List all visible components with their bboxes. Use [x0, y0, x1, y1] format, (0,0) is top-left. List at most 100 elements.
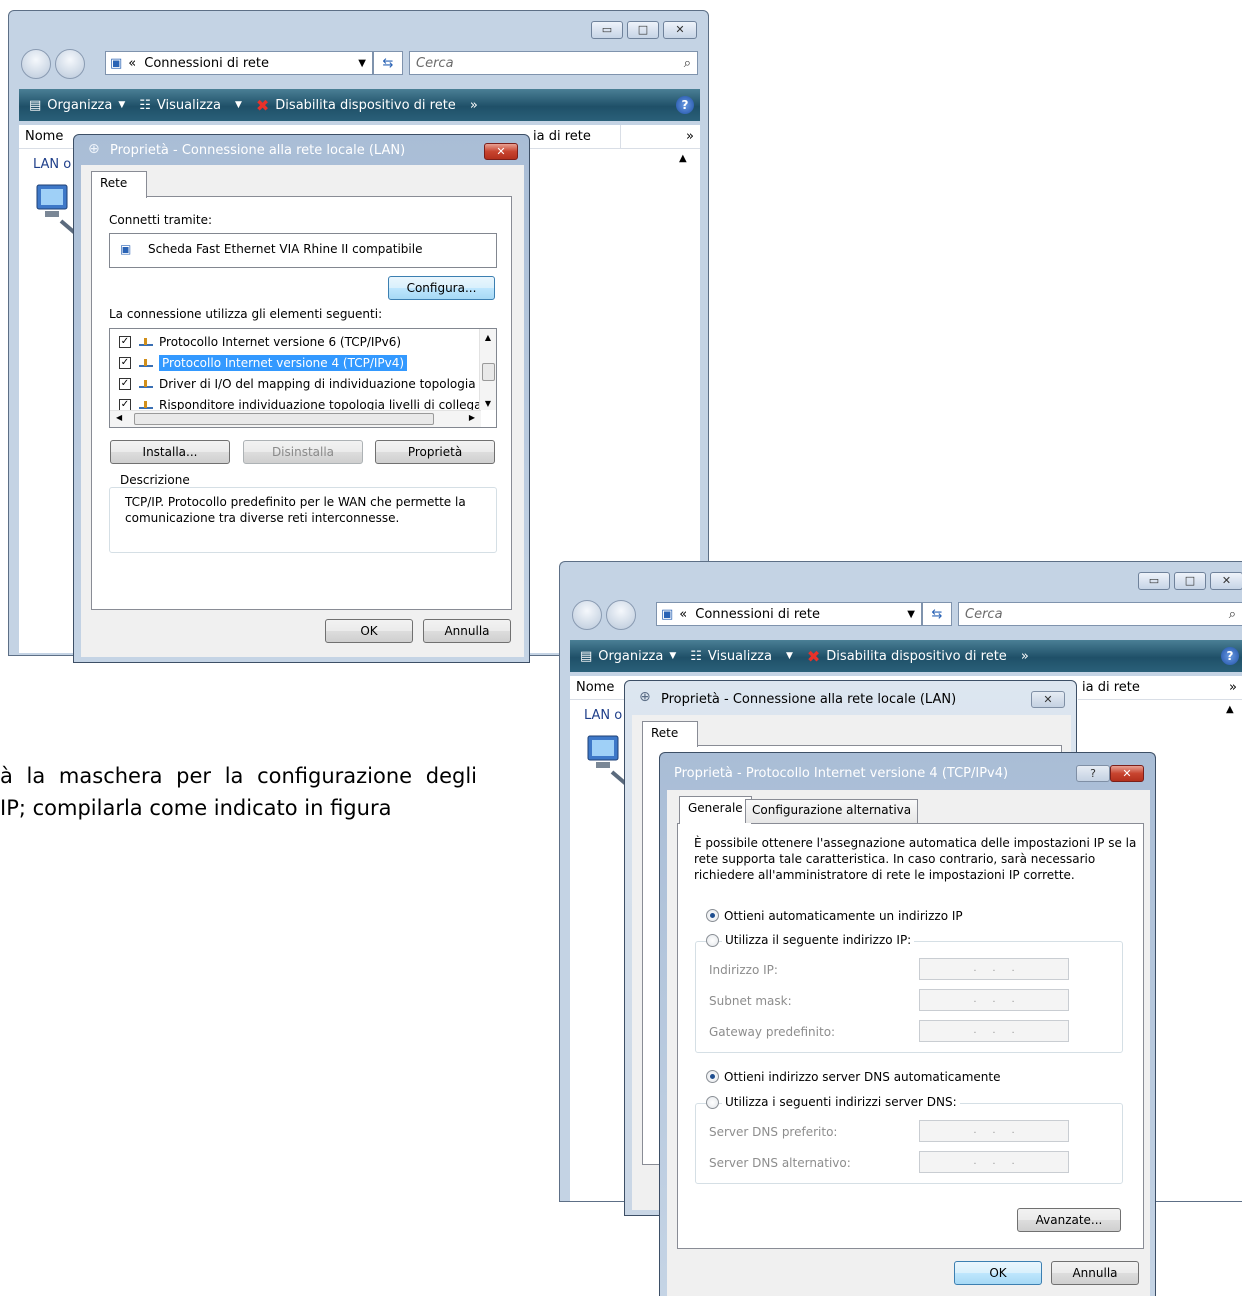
caption-line-2: IP; compilarla come indicato in figura — [0, 796, 392, 820]
dropdown-arrow-icon[interactable]: ▼ — [358, 58, 366, 69]
radio-manual-ip[interactable] — [706, 934, 719, 947]
address-text: Connessioni di rete — [144, 55, 270, 71]
dialog-close-button[interactable]: ✕ — [484, 143, 518, 160]
radio-auto-dns[interactable] — [706, 1070, 719, 1083]
description-text-2: comunicazione tra diverse reti interconn… — [125, 511, 400, 525]
close-window-button[interactable]: ✕ — [1210, 572, 1242, 590]
ip-address-field: . . . — [919, 958, 1069, 980]
forward-button[interactable] — [55, 49, 85, 79]
column-header-name[interactable]: Nome — [570, 676, 630, 700]
description-label: Descrizione — [117, 473, 193, 487]
view-menu[interactable]: ☷ Visualizza ▼ — [139, 98, 242, 113]
checkbox-checked[interactable]: ✓ — [119, 335, 131, 348]
alternate-dns-label: Server DNS alternativo: — [709, 1156, 851, 1170]
description-text-1: TCP/IP. Protocollo predefinito per le WA… — [125, 495, 466, 509]
help-button[interactable]: ? — [1076, 765, 1110, 782]
configure-button[interactable]: Configura... — [388, 276, 495, 300]
organize-menu[interactable]: ▤ Organizza ▼ — [580, 649, 676, 664]
tab-rete[interactable]: Rete — [642, 721, 698, 747]
scroll-down-icon[interactable]: ▼ — [480, 399, 496, 408]
vertical-scrollbar[interactable]: ▲ ▼ — [479, 329, 496, 410]
preferred-dns-label: Server DNS preferito: — [709, 1125, 838, 1139]
gateway-label: Gateway predefinito: — [709, 1025, 836, 1039]
search-placeholder: Cerca — [965, 606, 1003, 622]
help-icon[interactable]: ? — [1221, 647, 1239, 665]
preferred-dns-field: . . . — [919, 1120, 1069, 1142]
close-window-button[interactable]: ✕ — [663, 21, 697, 39]
list-item[interactable]: ✓ Protocollo Internet versione 6 (TCP/IPv… — [110, 331, 401, 352]
column-header-category[interactable]: ia di rete — [1078, 676, 1178, 700]
disable-device-button[interactable]: ✖ Disabilita dispositivo di rete — [256, 96, 456, 115]
view-arrow-icon: ▼ — [234, 100, 242, 110]
list-item[interactable]: ✓ Driver di I/O del mapping di individuaz… — [110, 373, 493, 394]
scroll-right-icon[interactable]: ▶ — [469, 413, 475, 422]
hscroll-thumb[interactable] — [134, 413, 434, 425]
advanced-button[interactable]: Avanzate... — [1017, 1208, 1121, 1232]
properties-button[interactable]: Proprietà — [375, 440, 495, 464]
dropdown-arrow-icon[interactable]: ▼ — [907, 609, 915, 620]
components-list[interactable]: ✓ Protocollo Internet versione 6 (TCP/IPv… — [109, 328, 497, 428]
view-icon: ☷ — [139, 97, 151, 113]
tab-alternate-config[interactable]: Configurazione alternativa — [745, 799, 919, 823]
lan-item-label[interactable]: LAN o — [33, 157, 71, 172]
radio-auto-ip[interactable] — [706, 909, 719, 922]
view-menu[interactable]: ☷ Visualizza ▼ — [690, 649, 793, 664]
toolbar-more-button[interactable]: » — [1021, 649, 1029, 664]
radio-manual-dns[interactable] — [706, 1096, 719, 1109]
scroll-up-icon[interactable]: ▲ — [480, 333, 496, 342]
lan-item-label[interactable]: LAN o — [584, 708, 622, 723]
auto-dns-label[interactable]: Ottieni indirizzo server DNS automaticam… — [724, 1070, 1001, 1084]
minimize-button[interactable]: ▭ — [591, 21, 623, 39]
maximize-button[interactable]: □ — [627, 21, 659, 39]
scroll-up-icon[interactable]: ▲ — [1226, 704, 1234, 715]
forward-button[interactable] — [606, 600, 636, 630]
list-item[interactable]: ✓ Protocollo Internet versione 4 (TCP/IPv… — [110, 352, 408, 373]
network-folder-icon: ▣ — [110, 55, 123, 71]
help-icon[interactable]: ? — [676, 96, 694, 114]
adapter-icon: ▣ — [120, 242, 132, 256]
tab-generale[interactable]: Generale — [679, 796, 752, 824]
search-icon: ⌕ — [683, 55, 691, 71]
scroll-thumb[interactable] — [482, 363, 495, 381]
refresh-button[interactable]: ⇆ — [373, 51, 403, 75]
tab-rete[interactable]: Rete — [91, 171, 147, 198]
organize-menu[interactable]: ▤ Organizza ▼ — [29, 98, 125, 113]
red-x-icon: ✖ — [255, 95, 270, 115]
back-button[interactable] — [21, 49, 51, 79]
search-input[interactable]: Cerca ⌕ — [958, 602, 1242, 626]
scroll-up-icon[interactable]: ▲ — [679, 153, 687, 164]
search-placeholder: Cerca — [416, 55, 454, 71]
cancel-button[interactable]: Annulla — [1051, 1261, 1139, 1285]
ok-button[interactable]: OK — [954, 1261, 1042, 1285]
dialog-close-button[interactable]: ✕ — [1031, 691, 1065, 708]
horizontal-scrollbar[interactable]: ◀ ▶ — [110, 410, 481, 427]
column-header-name[interactable]: Nome — [19, 125, 79, 149]
intro-text-2: rete supporta tale caratteristica. In ca… — [694, 852, 1096, 866]
toolbar-more-button[interactable]: » — [470, 98, 478, 113]
checkbox-checked[interactable]: ✓ — [119, 398, 131, 411]
maximize-button[interactable]: □ — [1174, 572, 1206, 590]
items-label: La connessione utilizza gli elementi seg… — [109, 307, 383, 321]
manual-ip-label[interactable]: Utilizza il seguente indirizzo IP: — [722, 933, 915, 947]
column-header-more[interactable]: » — [621, 125, 700, 149]
checkbox-checked[interactable]: ✓ — [119, 377, 131, 390]
column-header-more[interactable]: » — [1178, 676, 1242, 700]
disable-device-button[interactable]: ✖ Disabilita dispositivo di rete — [807, 647, 1007, 666]
install-button[interactable]: Installa... — [110, 440, 230, 464]
address-bar[interactable]: ▣ « Connessioni di rete ▼ — [656, 602, 922, 626]
back-button[interactable] — [572, 600, 602, 630]
cancel-button[interactable]: Annulla — [423, 619, 511, 643]
checkbox-checked[interactable]: ✓ — [119, 356, 131, 369]
ok-button[interactable]: OK — [325, 619, 413, 643]
dialog-close-button[interactable]: ✕ — [1110, 765, 1144, 782]
column-header-category[interactable]: ia di rete — [529, 125, 621, 149]
auto-ip-label[interactable]: Ottieni automaticamente un indirizzo IP — [724, 909, 963, 923]
refresh-button[interactable]: ⇆ — [922, 602, 952, 626]
subnet-mask-field: . . . — [919, 989, 1069, 1011]
scroll-left-icon[interactable]: ◀ — [116, 413, 122, 422]
adapter-box: ▣ Scheda Fast Ethernet VIA Rhine II comp… — [109, 233, 497, 268]
address-bar[interactable]: ▣ « Connessioni di rete ▼ — [105, 51, 373, 75]
search-input[interactable]: Cerca ⌕ — [409, 51, 698, 75]
minimize-button[interactable]: ▭ — [1138, 572, 1170, 590]
manual-dns-label[interactable]: Utilizza i seguenti indirizzi server DNS… — [722, 1095, 960, 1109]
